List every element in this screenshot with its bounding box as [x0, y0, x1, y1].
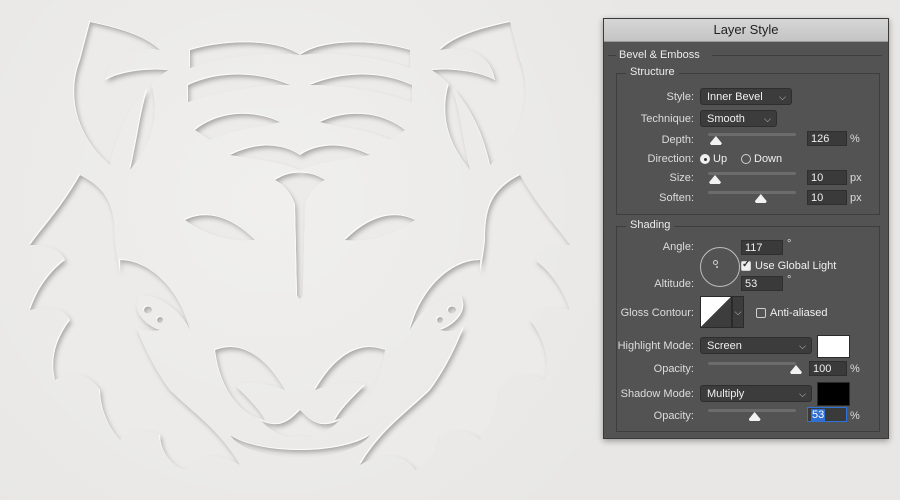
style-label: Style:: [666, 91, 694, 103]
altitude-label: Altitude:: [654, 278, 694, 290]
highlight-opacity-label: Opacity:: [653, 363, 694, 375]
angle-unit: °: [787, 238, 792, 250]
anti-aliased-label[interactable]: Anti-aliased: [770, 307, 827, 319]
highlight-mode-select[interactable]: Screen ⌵: [700, 337, 812, 354]
soften-unit: px: [850, 192, 862, 204]
highlight-opacity-unit: %: [850, 363, 860, 375]
layer-style-dialog: Layer Style Bevel & Emboss Structure Sty…: [603, 18, 889, 439]
direction-up-radio[interactable]: [700, 154, 710, 164]
tiger-chin: [230, 435, 370, 458]
shadow-opacity-input[interactable]: 53: [807, 407, 847, 422]
tiger-dot: [157, 317, 163, 323]
divider: [712, 55, 882, 56]
shadow-opacity-value: 53: [811, 409, 826, 421]
highlight-mode-label: Highlight Mode:: [617, 340, 694, 352]
direction-label: Direction:: [647, 153, 694, 165]
shadow-opacity-unit: %: [850, 410, 860, 422]
tiger-muzzle-right: [315, 346, 385, 420]
chevron-down-icon: ⌵: [799, 341, 806, 351]
technique-value: Smooth: [707, 113, 745, 125]
use-global-light-checkbox[interactable]: [741, 259, 751, 271]
tiger-cheek-swirl: [410, 260, 480, 331]
angle-dial-center: [716, 266, 718, 268]
highlight-opacity-slider-track[interactable]: [708, 362, 796, 365]
depth-input[interactable]: 126: [807, 131, 847, 146]
soften-slider-track[interactable]: [708, 191, 796, 194]
tiger-cheek-swirl: [120, 260, 190, 331]
size-unit: px: [850, 172, 862, 184]
gloss-contour-dropdown[interactable]: ⌵: [732, 296, 744, 328]
tiger-dot: [437, 317, 443, 323]
tiger-dot: [448, 306, 456, 314]
shadow-opacity-slider-track[interactable]: [708, 409, 796, 412]
use-global-light-label[interactable]: Use Global Light: [755, 260, 836, 272]
tiger-mouth: [260, 410, 340, 437]
size-label: Size:: [669, 172, 694, 184]
angle-dial[interactable]: [700, 247, 740, 287]
shadow-opacity-label: Opacity:: [653, 410, 694, 422]
tiger-stripe: [188, 74, 290, 102]
style-select[interactable]: Inner Bevel ⌵: [700, 88, 792, 105]
highlight-opacity-input[interactable]: 100: [809, 361, 847, 376]
section-title-bevel-emboss: Bevel & Emboss: [619, 49, 700, 61]
size-input[interactable]: 10: [807, 170, 847, 185]
gloss-contour-label: Gloss Contour:: [620, 307, 694, 319]
style-value: Inner Bevel: [707, 91, 763, 103]
tiger-eye-left: [185, 215, 255, 241]
embossed-tiger-artwork: [30, 22, 570, 470]
highlight-mode-value: Screen: [707, 340, 742, 352]
tiger-ear-right: [432, 22, 526, 165]
altitude-input[interactable]: 53: [741, 276, 783, 291]
depth-label: Depth:: [661, 134, 694, 146]
technique-label: Technique:: [640, 113, 694, 125]
direction-down-radio[interactable]: [741, 154, 751, 164]
chevron-down-icon: ⌵: [799, 389, 806, 399]
depth-slider-track[interactable]: [708, 133, 796, 136]
shadow-mode-select[interactable]: Multiply ⌵: [700, 385, 812, 402]
tiger-stripe: [310, 74, 412, 102]
tiger-stripe: [320, 113, 405, 140]
chevron-down-icon: ⌵: [779, 92, 786, 102]
angle-input[interactable]: 117: [741, 240, 783, 255]
shadow-mode-value: Multiply: [707, 388, 745, 400]
divider: [608, 55, 616, 56]
angle-label: Angle:: [662, 241, 694, 253]
depth-unit: %: [850, 133, 860, 145]
shadow-color-swatch[interactable]: [817, 382, 850, 406]
size-slider-track[interactable]: [708, 172, 796, 175]
tiger-muzzle-left: [215, 346, 285, 420]
tiger-nose: [275, 172, 325, 299]
tiger-stripe: [190, 42, 300, 68]
angle-dial-handle: [713, 260, 718, 265]
direction-up-label[interactable]: Up: [713, 153, 727, 165]
tiger-eye-right: [345, 215, 415, 241]
altitude-unit: °: [787, 274, 792, 286]
direction-down-label[interactable]: Down: [754, 153, 782, 165]
tiger-stripe: [195, 113, 280, 140]
dialog-title: Layer Style: [604, 19, 888, 42]
chevron-down-icon: ⌵: [734, 307, 742, 317]
tiger-brow: [230, 145, 370, 170]
technique-select[interactable]: Smooth ⌵: [700, 110, 777, 127]
anti-aliased-checkbox[interactable]: [756, 308, 766, 318]
tiger-dot: [144, 306, 152, 314]
group-title-shading: Shading: [626, 219, 675, 231]
group-title-structure: Structure: [626, 66, 679, 78]
soften-input[interactable]: 10: [807, 190, 847, 205]
soften-label: Soften:: [659, 192, 694, 204]
tiger-stripe: [300, 42, 410, 68]
shadow-mode-label: Shadow Mode:: [620, 388, 694, 400]
tiger-ear-left: [74, 22, 168, 165]
chevron-down-icon: ⌵: [764, 114, 771, 124]
highlight-color-swatch[interactable]: [817, 335, 850, 358]
gloss-contour-preview[interactable]: [700, 296, 732, 328]
